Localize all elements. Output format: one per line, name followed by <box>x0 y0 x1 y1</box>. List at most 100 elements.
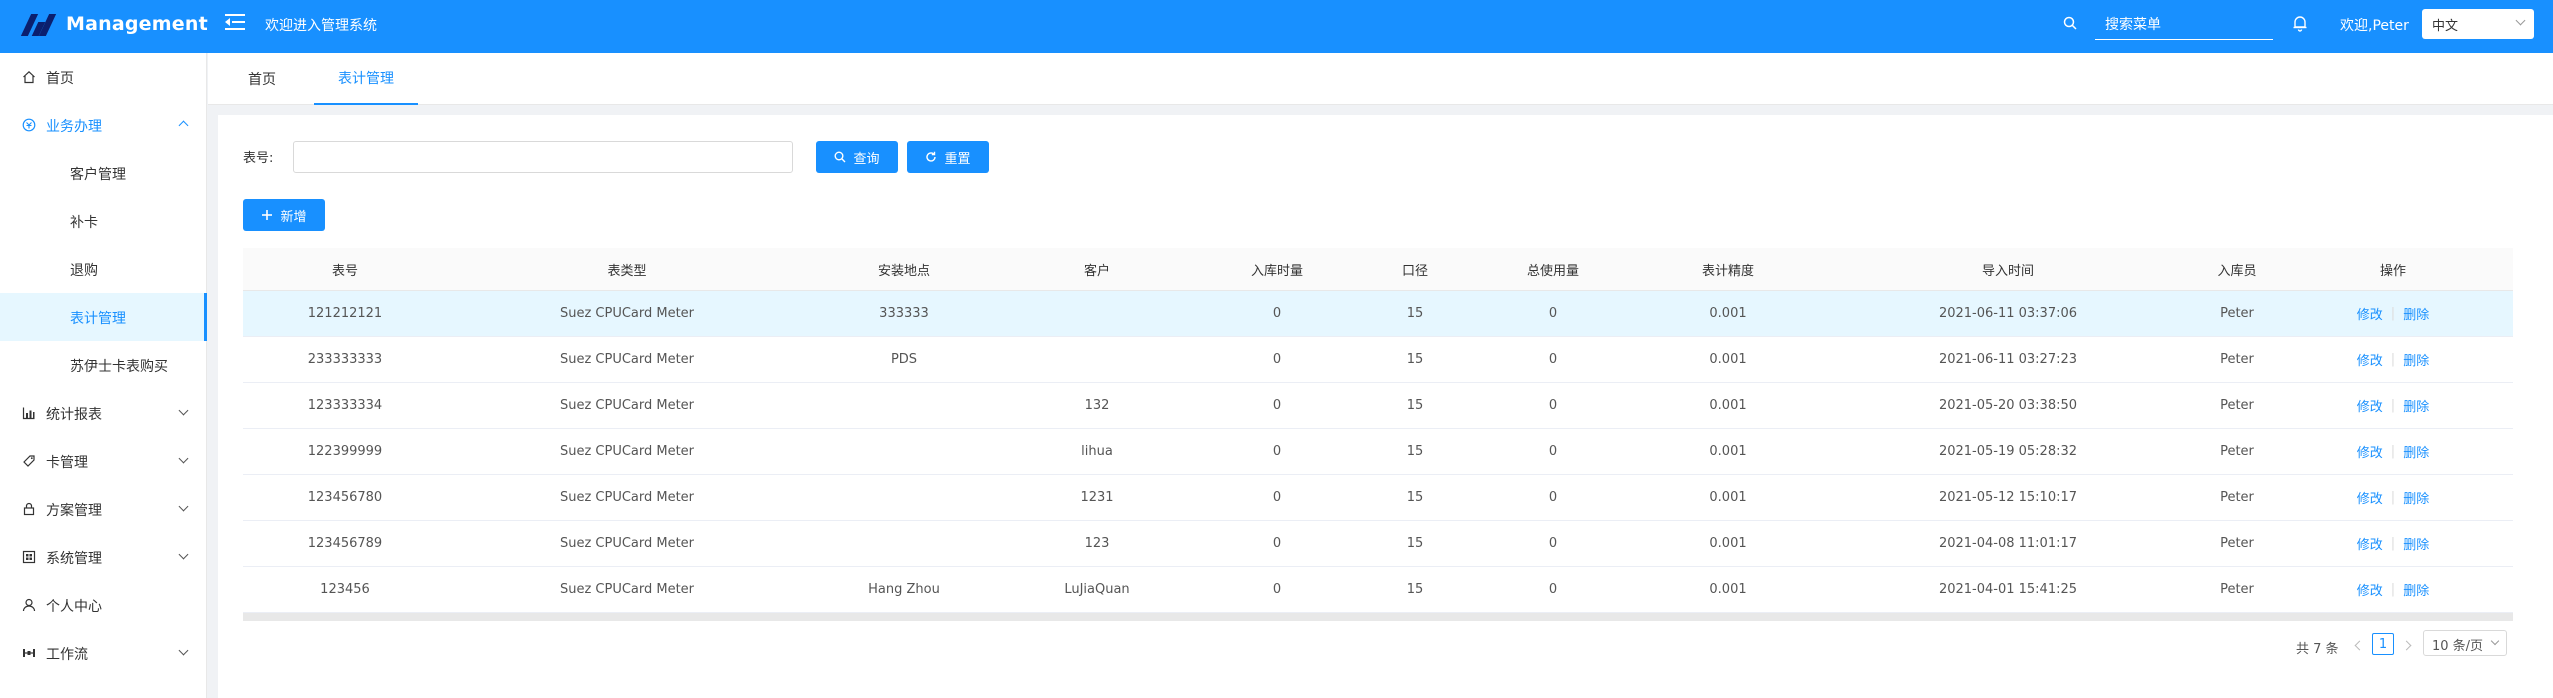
table-cell: 1231 <box>1080 490 1114 505</box>
chevron-down-icon <box>2490 636 2500 646</box>
table-cell: Peter <box>2220 582 2254 597</box>
sidebar-item-system-management[interactable]: 系统管理 <box>0 533 207 581</box>
delete-link[interactable]: 删除 <box>2403 488 2429 507</box>
sidebar-item-suez-card-purchase[interactable]: 苏伊士卡表购买 <box>0 341 207 389</box>
sidebar-item-workflow[interactable]: 工作流 <box>0 629 207 677</box>
table-row[interactable]: 123456 Suez CPUCard Meter Hang Zhou LuJiaQu… <box>243 567 2513 613</box>
column-header: 客户 <box>1083 263 1110 279</box>
table-row[interactable]: 122399999 Suez CPUCard Meter lihua 0 15 0 0.00… <box>243 429 2513 475</box>
edit-link[interactable]: 修改 <box>2357 442 2383 461</box>
bell-icon[interactable] <box>2292 14 2308 32</box>
sidebar-item-home[interactable]: 首页 <box>0 53 207 101</box>
chevron-down-icon <box>178 453 189 464</box>
delete-link[interactable]: 删除 <box>2403 396 2429 415</box>
sidebar-item-reports[interactable]: 统计报表 <box>0 389 207 437</box>
tab-label: 表计管理 <box>338 71 394 87</box>
chevron-right-icon[interactable] <box>2401 640 2412 651</box>
sidebar-item-label: 系统管理 <box>46 551 102 567</box>
sidebar-item-plan-management[interactable]: 方案管理 <box>0 485 207 533</box>
sidebar-item-business[interactable]: 业务办理 <box>0 101 207 149</box>
table-cell: 15 <box>1406 536 1424 551</box>
table-cell: Suez CPUCard Meter <box>559 444 695 459</box>
page-size-select[interactable]: 10 条/页 <box>2423 630 2507 656</box>
row-actions: 修改 | 删除 <box>2318 475 2468 520</box>
table-cell: 0 <box>1272 444 1282 459</box>
table-cell: 233333333 <box>307 352 383 367</box>
table-cell: Peter <box>2220 490 2254 505</box>
table-cell: 15 <box>1406 582 1424 597</box>
column-header: 入库员 <box>2217 263 2257 279</box>
table-cell: 2021-06-11 03:27:23 <box>1938 352 2078 367</box>
table-cell: 0.001 <box>1709 352 1747 367</box>
divider: | <box>2390 582 2396 597</box>
tab-home[interactable]: 首页 <box>234 53 290 105</box>
meter-number-input[interactable] <box>293 141 793 173</box>
language-value: 中文 <box>2432 19 2459 34</box>
row-actions: 修改 | 删除 <box>2318 291 2468 336</box>
column-header: 安装地点 <box>877 263 930 279</box>
sidebar-item-personal-center[interactable]: 个人中心 <box>0 581 207 629</box>
table-cell: Suez CPUCard Meter <box>559 582 695 597</box>
table-cell: 0 <box>1548 582 1558 597</box>
horizontal-scrollbar[interactable] <box>243 613 2513 621</box>
welcome-system-text: 欢迎进入管理系统 <box>265 18 377 34</box>
table-row[interactable]: 123456780 Suez CPUCard Meter 1231 0 15 0 0.001… <box>243 475 2513 521</box>
column-header: 表计精度 <box>1701 263 1754 279</box>
search-icon[interactable] <box>2063 16 2077 30</box>
table-cell: 15 <box>1406 352 1424 367</box>
table-cell: 0 <box>1548 352 1558 367</box>
reset-button[interactable]: 重置 <box>907 141 989 173</box>
language-select[interactable]: 中文 <box>2422 9 2534 39</box>
query-button[interactable]: 查询 <box>816 141 898 173</box>
table-cell: 0.001 <box>1709 490 1747 505</box>
sidebar-item-customer[interactable]: 客户管理 <box>0 149 207 197</box>
table-cell: 2021-05-12 15:10:17 <box>1938 490 2078 505</box>
table-row[interactable]: 121212121 Suez CPUCard Meter 333333 0 15 0 0.0… <box>243 291 2513 337</box>
top-header: Management 欢迎进入管理系统 欢迎,Peter 中文 <box>0 0 2553 53</box>
table-cell: 121212121 <box>307 306 383 321</box>
tab-meter-management[interactable]: 表计管理 <box>314 53 418 105</box>
edit-link[interactable]: 修改 <box>2357 534 2383 553</box>
delete-link[interactable]: 删除 <box>2403 534 2429 553</box>
table-cell: 2021-04-08 11:01:17 <box>1938 536 2078 551</box>
table-cell: 0 <box>1272 536 1282 551</box>
sidebar-item-label: 卡管理 <box>46 455 88 471</box>
table-row[interactable]: 123333334 Suez CPUCard Meter 132 0 15 0 0.001 2… <box>243 383 2513 429</box>
logo[interactable]: Management <box>20 12 208 36</box>
edit-link[interactable]: 修改 <box>2357 350 2383 369</box>
sidebar-item-meter-management[interactable]: 表计管理 <box>0 293 207 341</box>
table-cell <box>829 429 979 474</box>
page-number-current[interactable]: 1 <box>2372 633 2394 655</box>
edit-link[interactable]: 修改 <box>2357 580 2383 599</box>
edit-link[interactable]: 修改 <box>2357 396 2383 415</box>
sidebar-item-label: 工作流 <box>46 647 88 663</box>
row-actions: 修改 | 删除 <box>2318 383 2468 428</box>
user-greeting[interactable]: 欢迎,Peter <box>2340 15 2409 35</box>
sidebar-item-refund[interactable]: 退购 <box>0 245 207 293</box>
table-row[interactable]: 233333333 Suez CPUCard Meter PDS 0 15 0 0.001 2… <box>243 337 2513 383</box>
table-cell: 123 <box>1084 536 1110 551</box>
table-cell: 0.001 <box>1709 582 1747 597</box>
table-cell: Hang Zhou <box>868 582 940 597</box>
divider: | <box>2390 352 2396 367</box>
chevron-left-icon[interactable] <box>2354 640 2365 651</box>
table-cell: 0 <box>1548 306 1558 321</box>
query-button-label: 查询 <box>853 151 880 167</box>
table-cell: 122399999 <box>307 444 383 459</box>
menu-toggle-icon[interactable] <box>225 12 247 32</box>
delete-link[interactable]: 删除 <box>2403 350 2429 369</box>
edit-link[interactable]: 修改 <box>2357 304 2383 323</box>
sidebar-item-card-management[interactable]: 卡管理 <box>0 437 207 485</box>
table-cell: 123456 <box>320 582 370 597</box>
delete-link[interactable]: 删除 <box>2403 442 2429 461</box>
search-icon <box>834 151 846 163</box>
edit-link[interactable]: 修改 <box>2357 488 2383 507</box>
sidebar-item-reissue-card[interactable]: 补卡 <box>0 197 207 245</box>
table-cell: Suez CPUCard Meter <box>559 352 695 367</box>
system-icon <box>22 550 36 564</box>
menu-search-input[interactable] <box>2095 10 2273 40</box>
table-row[interactable]: 123456789 Suez CPUCard Meter 123 0 15 0 0.001 2… <box>243 521 2513 567</box>
add-button[interactable]: 新增 <box>243 199 325 231</box>
delete-link[interactable]: 删除 <box>2403 304 2429 323</box>
delete-link[interactable]: 删除 <box>2403 580 2429 599</box>
